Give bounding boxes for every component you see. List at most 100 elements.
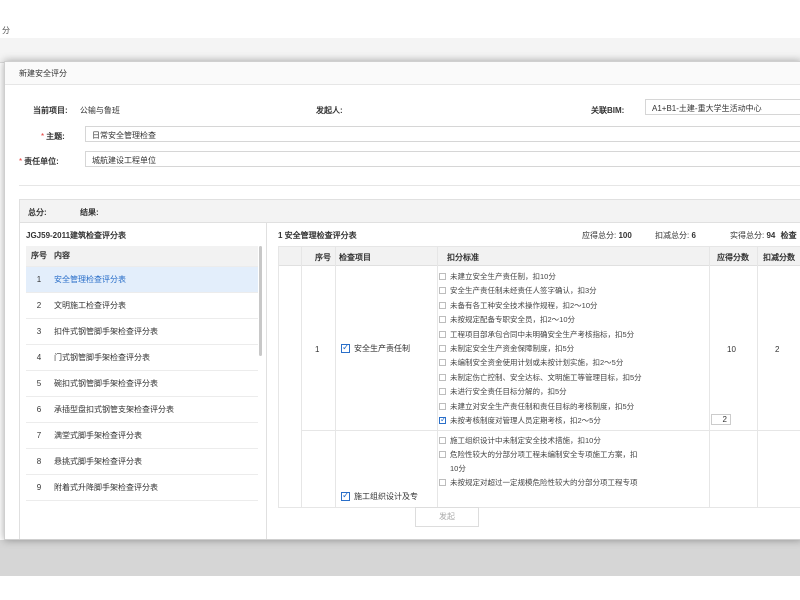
col-divider	[335, 247, 336, 507]
col-content-header: 内容	[54, 251, 70, 260]
standard-table: 序号 内容 1 安全管理检查评分表 2 文明施工检查评分表 3 扣件式钢管脚手架检查评分表…	[26, 246, 258, 501]
row-content: 扣件式钢管脚手架检查评分表	[54, 327, 158, 336]
checkbox-icon[interactable]	[439, 316, 446, 324]
criteria-text: 危险性较大的分部分项工程未编制安全专项施工方案，扣	[450, 450, 638, 459]
criteria-text: 未编制安全资金使用计划或未按计划实施，扣2～5分	[450, 358, 624, 368]
criteria-item[interactable]: 未按规定配备专职安全员，扣2～10分	[439, 314, 575, 325]
table-row[interactable]: 6 承插型盘扣式钢管支架检查评分表	[26, 397, 258, 423]
table-row[interactable]: 9 附着式升降脚手架检查评分表	[26, 475, 258, 501]
bim-select[interactable]: A1+B1-土建-重大学生活动中心	[645, 99, 800, 115]
criteria-item[interactable]: 未建立对安全生产责任制和责任目标的考核制度，扣5分	[439, 401, 634, 412]
table-row[interactable]: 1 安全管理检查评分表	[26, 267, 258, 293]
checkbox-icon[interactable]	[439, 359, 446, 367]
criteria-item[interactable]: 工程项目部承包合同中未明确安全生产考核指标，扣5分	[439, 329, 634, 340]
criteria-item[interactable]: 施工组织设计中未制定安全技术措施，扣10分	[439, 435, 601, 446]
criteria-text: 未按考核制度对管理人员定期考核，扣2～5分	[450, 416, 601, 425]
table-row[interactable]: 5 碗扣式钢管脚手架检查评分表	[26, 371, 258, 397]
app-title-bar: 分	[0, 22, 800, 39]
criteria-item[interactable]: 未编制安全资金使用计划或未按计划实施，扣2～5分	[439, 357, 623, 368]
row-no: 9	[36, 483, 42, 492]
checkbox-icon[interactable]	[439, 479, 446, 486]
item1-no: 1	[315, 345, 320, 354]
result-label: 结果:	[80, 208, 99, 217]
checkbox-icon[interactable]	[439, 451, 446, 458]
item2-name: 施工组织设计及专	[354, 492, 418, 501]
criteria-text: 未备有各工种安全技术操作规程，扣2～10分	[450, 300, 598, 310]
criteria-text: 未建立对安全生产责任制和责任目标的考核制度，扣5分	[450, 401, 635, 411]
table-row[interactable]: 4 门式钢管脚手架检查评分表	[26, 345, 258, 371]
criteria-item[interactable]: 10分	[450, 463, 466, 474]
col-deduct: 扣减分数	[763, 253, 795, 262]
checkbox-icon[interactable]	[439, 373, 446, 381]
subject-input[interactable]: 日常安全管理检查	[85, 126, 800, 142]
criteria-text: 未建立安全生产责任制，扣10分	[450, 272, 556, 281]
criteria-item[interactable]: 未制定安全生产资金保障制度，扣5分	[439, 343, 574, 354]
criteria-text: 工程项目部承包合同中未明确安全生产考核指标，扣5分	[450, 329, 635, 339]
criteria-item[interactable]: 未制定伤亡控制、安全达标、文明施工等管理目标，扣5分	[439, 372, 642, 383]
submit-button[interactable]: 发起	[415, 507, 479, 527]
criteria-text: 未制定安全生产资金保障制度，扣5分	[450, 344, 575, 353]
scoring-section: 总分: 结果: JGJ59-2011建筑检查评分表 序号 内容 1 安全管理检查评…	[19, 199, 800, 539]
subject-value: 日常安全管理检查	[92, 131, 156, 140]
checkbox-icon[interactable]	[439, 388, 446, 396]
checkbox-icon[interactable]	[439, 330, 446, 338]
responsible-input[interactable]: 城航建设工程单位	[85, 151, 800, 167]
responsible-label: 责任单位:	[24, 157, 59, 166]
row-content: 承插型盘扣式钢管支架检查评分表	[54, 405, 174, 414]
criteria-text: 10分	[450, 464, 466, 473]
standard-list-panel: JGJ59-2011建筑检查评分表 序号 内容 1 安全管理检查评分表 2 文明施工检…	[20, 222, 267, 539]
row-no: 3	[36, 327, 42, 336]
app-footer	[0, 576, 800, 600]
table-row[interactable]: 2 文明施工检查评分表	[26, 293, 258, 319]
item1-deduct: 2	[775, 345, 780, 354]
table-row[interactable]: 7 满堂式脚手架检查评分表	[26, 423, 258, 449]
checkbox-icon[interactable]	[439, 287, 446, 295]
checkbox-checked-icon[interactable]	[439, 415, 447, 424]
criteria-item[interactable]: 危险性较大的分部分项工程未编制安全专项施工方案，扣	[439, 449, 638, 460]
deduct-input[interactable]: 2	[711, 414, 731, 425]
col-due: 应得分数	[717, 253, 749, 262]
scrollbar[interactable]	[259, 246, 262, 356]
table-row[interactable]: 8 悬挑式脚手架检查评分表	[26, 449, 258, 475]
criteria-item[interactable]: 未备有各工种安全技术操作规程，扣2～10分	[439, 300, 598, 311]
criteria-text: 未按规定对超过一定规模危险性较大的分部分项工程专项	[450, 478, 638, 487]
standard-title: JGJ59-2011建筑检查评分表	[26, 231, 127, 240]
row-divider	[301, 430, 800, 431]
item1-due: 10	[727, 345, 736, 354]
due-total: 应得总分: 100	[582, 231, 632, 240]
col-item: 检查项目	[339, 253, 371, 262]
table-row[interactable]: 3 扣件式钢管脚手架检查评分表	[26, 319, 258, 345]
criteria-text: 未按规定配备专职安全员，扣2～10分	[450, 315, 576, 325]
checkbox-icon[interactable]	[439, 345, 446, 352]
row-content: 文明施工检查评分表	[54, 301, 126, 310]
item2-checkbox[interactable]: 施工组织设计及专	[341, 490, 418, 502]
criteria-item[interactable]: 未建立安全生产责任制，扣10分	[439, 271, 556, 282]
criteria-item[interactable]: 未按规定对超过一定规模危险性较大的分部分项工程专项	[439, 477, 638, 488]
row-no: 4	[36, 353, 42, 362]
col-divider	[437, 247, 438, 507]
row-content: 附着式升降脚手架检查评分表	[54, 483, 158, 492]
checkbox-icon[interactable]	[439, 402, 446, 410]
row-no: 8	[36, 457, 42, 466]
item1-checkbox[interactable]: 安全生产责任制	[341, 342, 410, 354]
checkbox-icon[interactable]	[439, 437, 446, 444]
checkbox-icon[interactable]	[439, 301, 446, 309]
criteria-item[interactable]: 安全生产责任制未经责任人签字确认，扣3分	[439, 285, 597, 296]
criteria-item[interactable]: 未按考核制度对管理人员定期考核，扣2～5分	[439, 415, 601, 426]
divider	[19, 185, 800, 186]
subject-row: * 主题:	[41, 131, 65, 142]
row-no: 5	[36, 379, 42, 388]
col-divider	[301, 247, 302, 507]
responsible-value: 城航建设工程单位	[92, 156, 156, 165]
row-content: 满堂式脚手架检查评分表	[54, 431, 142, 440]
current-project-label: 当前项目:	[33, 106, 68, 115]
checkbox-checked-icon	[341, 490, 350, 501]
check-label: 检查	[780, 231, 797, 240]
row-no: 7	[36, 431, 42, 440]
row-no: 1	[36, 275, 42, 284]
app-title: 分	[2, 26, 10, 35]
criteria-item[interactable]: 未进行安全责任目标分解的，扣5分	[439, 386, 567, 397]
row-content: 门式钢管脚手架检查评分表	[54, 353, 150, 362]
required-mark: *	[19, 157, 23, 166]
checkbox-icon[interactable]	[439, 273, 446, 280]
